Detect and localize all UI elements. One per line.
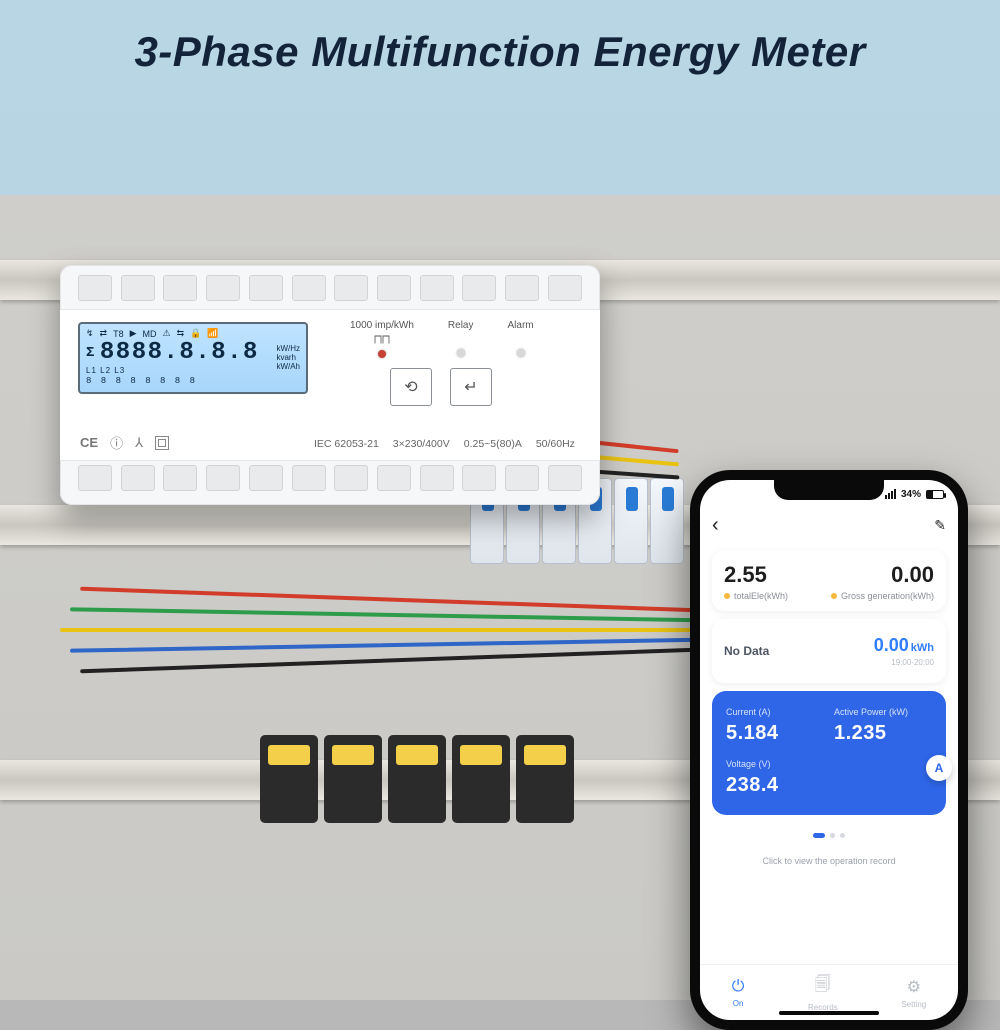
back-button[interactable]: ‹ xyxy=(712,514,719,537)
alarm-label: Alarm xyxy=(508,320,534,331)
signal-icon xyxy=(885,489,896,499)
live-metrics-card[interactable]: Current (A) 5.184 Active Power (kW) 1.23… xyxy=(712,691,946,815)
total-ele-value: 2.55 xyxy=(724,562,788,588)
battery-pct: 34% xyxy=(901,489,921,500)
energy-meter-device: ↯⇄ T8 ▶ MD ⚠⇆🔒📶 Σ 8888.8.8.8 kW/Hz kvarh… xyxy=(60,265,600,505)
current-value: 5.184 xyxy=(726,722,824,745)
total-ele-label: totalEle(kWh) xyxy=(734,591,788,601)
lcd-digits: 8888.8.8.8 xyxy=(100,341,259,365)
power-icon: ⏻ xyxy=(732,978,745,996)
summary-card: 2.55 totalEle(kWh) 0.00 Gross generation… xyxy=(712,550,946,611)
operation-record-link[interactable]: Click to view the operation record xyxy=(712,856,946,866)
chart-card[interactable]: No Data 0.00kWh 19:00-20:00 xyxy=(712,619,946,683)
meter-enter-button[interactable]: ↵ xyxy=(450,368,492,406)
no-data-label: No Data xyxy=(724,644,769,658)
gross-gen-label: Gross generation(kWh) xyxy=(841,591,934,601)
smartphone: 34% ‹ ✎ 2.55 totalEle(kWh) 0.00 Gross ge… xyxy=(690,470,968,1030)
relay-led xyxy=(457,349,465,357)
chart-kwh-value: 0.00 xyxy=(874,635,909,655)
edit-button[interactable]: ✎ xyxy=(934,517,946,534)
page-title: 3-Phase Multifunction Energy Meter xyxy=(134,28,865,76)
tab-setting[interactable]: ⚙ Setting xyxy=(901,977,926,1009)
pulse-rate-label: 1000 imp/kWh xyxy=(350,320,414,331)
meter-spec-line: IEC 62053-21 3×230/400V 0.25~5(80)A 50/6… xyxy=(314,438,575,450)
meter-led-panel: 1000 imp/kWh ⨅⨅ Relay Alarm xyxy=(350,320,534,358)
ce-mark: CE xyxy=(80,435,98,450)
battery-icon xyxy=(926,490,944,499)
lcd-md: MD xyxy=(143,329,157,339)
lcd-segments: 8 8 8 8 8 8 8 8 xyxy=(86,376,300,386)
current-label: Current (A) xyxy=(726,707,824,717)
wye-mark: ⅄ xyxy=(135,435,143,451)
meter-cycle-button[interactable]: ⟲ xyxy=(390,368,432,406)
double-insulation-icon xyxy=(155,436,169,450)
info-mark: ⓘ xyxy=(110,433,123,452)
app-header: ‹ ✎ xyxy=(700,508,958,542)
power-label: Active Power (kW) xyxy=(834,707,932,717)
home-indicator[interactable] xyxy=(779,1011,879,1015)
phase-fab-button[interactable]: A xyxy=(926,755,952,781)
pulse-icon: ⨅⨅ xyxy=(374,335,390,346)
lcd-phases: L1 L2 L3 xyxy=(86,366,300,375)
voltage-value: 238.4 xyxy=(726,774,824,797)
phone-notch xyxy=(774,480,884,500)
alarm-led xyxy=(517,349,525,357)
meter-lcd: ↯⇄ T8 ▶ MD ⚠⇆🔒📶 Σ 8888.8.8.8 kW/Hz kvarh… xyxy=(78,322,308,394)
records-icon: 🗐 xyxy=(815,973,831,1000)
pulse-led xyxy=(378,350,386,358)
power-value: 1.235 xyxy=(834,722,932,745)
title-band: 3-Phase Multifunction Energy Meter xyxy=(0,0,1000,195)
relay-label: Relay xyxy=(448,320,474,331)
gross-gen-value: 0.00 xyxy=(831,562,934,588)
page-dots xyxy=(712,833,946,838)
chart-time-range: 19:00-20:00 xyxy=(874,658,934,667)
voltage-label: Voltage (V) xyxy=(726,759,824,769)
chart-kwh-unit: kWh xyxy=(911,642,934,654)
lcd-tariff: T8 xyxy=(113,329,124,339)
tab-on[interactable]: ⏻ On xyxy=(732,978,745,1008)
gear-icon: ⚙ xyxy=(907,977,921,997)
tab-records[interactable]: 🗐 Records xyxy=(808,973,838,1012)
meter-cert-badges: CE ⓘ ⅄ xyxy=(80,433,169,452)
